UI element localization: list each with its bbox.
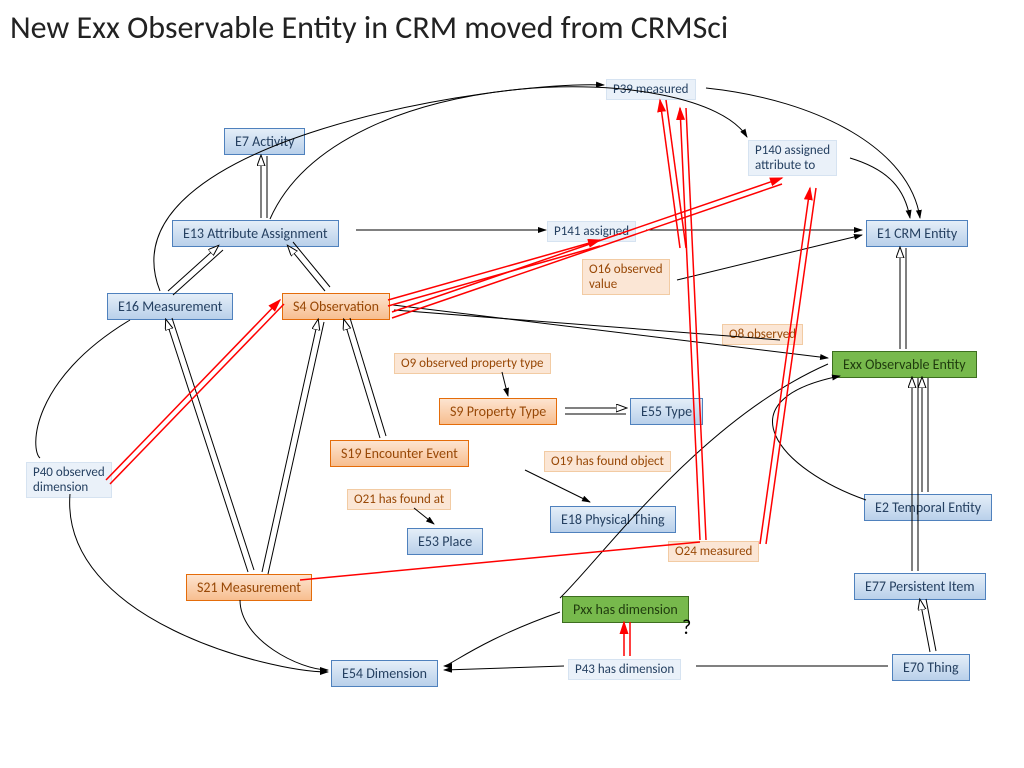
label-p39: P39 measured xyxy=(606,79,696,100)
node-e16: E16 Measurement xyxy=(107,293,233,320)
node-e77: E77 Persistent Item xyxy=(854,573,986,600)
label-o21: O21 has found at xyxy=(347,489,451,510)
label-o16: O16 observed value xyxy=(582,259,670,295)
label-p43: P43 has dimension xyxy=(568,659,681,680)
node-e13: E13 Attribute Assignment xyxy=(172,220,339,247)
label-question: ? xyxy=(682,616,691,640)
node-e1: E1 CRM Entity xyxy=(866,220,968,247)
label-o9: O9 observed property type xyxy=(394,353,551,374)
node-pxx: Pxx has dimension xyxy=(562,596,689,623)
label-p40: P40 observed dimension xyxy=(26,462,112,498)
node-s21: S21 Measurement xyxy=(186,574,312,601)
node-e54: E54 Dimension xyxy=(331,660,438,687)
arrows-layer xyxy=(0,0,1024,768)
label-o24: O24 measured xyxy=(668,541,759,562)
node-e53: E53 Place xyxy=(407,528,483,555)
node-e70: E70 Thing xyxy=(892,654,970,681)
page-title: New Exx Observable Entity in CRM moved f… xyxy=(10,8,728,47)
label-o19: O19 has found object xyxy=(544,451,671,472)
node-e55: E55 Type xyxy=(630,398,703,425)
node-e2: E2 Temporal Entity xyxy=(864,494,992,521)
label-p141: P141 assigned xyxy=(547,221,636,242)
node-e18: E18 Physical Thing xyxy=(550,506,676,533)
node-s9: S9 Property Type xyxy=(439,398,557,425)
label-p140: P140 assigned attribute to xyxy=(748,140,837,176)
node-s19: S19 Encounter Event xyxy=(330,440,469,467)
node-e7: E7 Activity xyxy=(224,128,305,155)
node-exx: Exx Observable Entity xyxy=(832,351,977,378)
label-o8: O8 observed xyxy=(722,324,803,345)
node-s4: S4 Observation xyxy=(282,293,390,320)
